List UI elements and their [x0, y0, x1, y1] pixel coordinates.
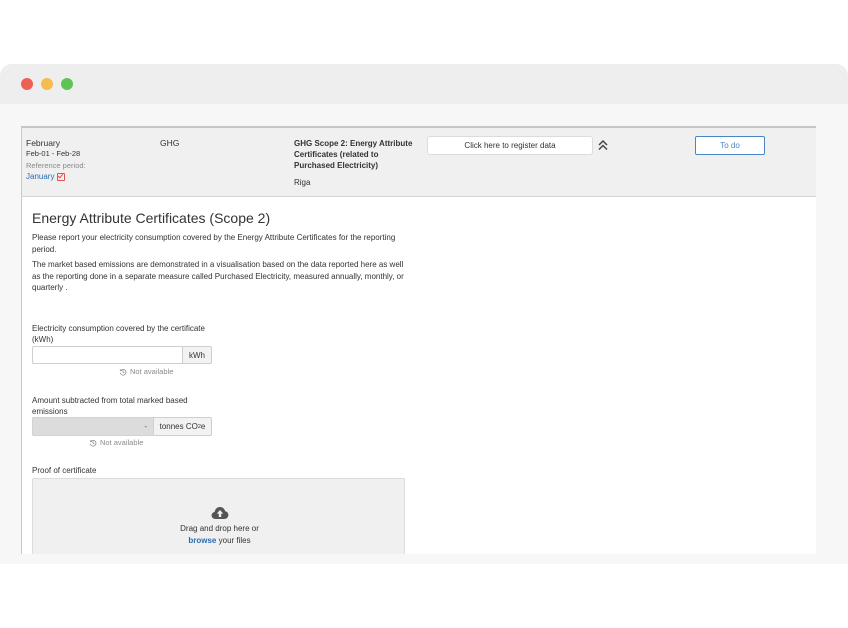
- subtracted-emissions-label: Amount subtracted from total marked base…: [32, 396, 188, 416]
- electricity-status-text: Not available: [130, 367, 174, 376]
- subtracted-emissions-field: - tonnes CO 2 e: [32, 417, 212, 436]
- location-label: Riga: [294, 178, 311, 187]
- electricity-consumption-input[interactable]: [32, 346, 182, 364]
- app-panel: February Feb-01 - Feb-28 Reference perio…: [21, 126, 816, 554]
- maximize-window-button[interactable]: [61, 78, 73, 90]
- browse-suffix-text: your files: [216, 536, 251, 545]
- window-titlebar: [0, 64, 848, 104]
- period-month: February: [26, 138, 61, 148]
- history-icon: [119, 368, 127, 376]
- form-description: Please report your electricity consumpti…: [32, 233, 396, 254]
- browse-files-link[interactable]: browse: [188, 536, 216, 545]
- measure-header: February Feb-01 - Feb-28 Reference perio…: [22, 126, 816, 197]
- unit-suffix: e: [200, 422, 206, 431]
- subtracted-emissions-value: -: [32, 417, 153, 436]
- electricity-consumption-label: Electricity consumption covered by the c…: [32, 324, 205, 344]
- electricity-consumption-field: kWh: [32, 346, 212, 364]
- dropzone-instructions: Drag and drop here or: [180, 524, 259, 533]
- tonnes-co2e-unit-label: tonnes CO 2 e: [153, 417, 212, 436]
- form-title: Energy Attribute Certificates (Scope 2): [32, 210, 271, 226]
- register-data-button[interactable]: Click here to register data: [427, 136, 593, 155]
- todo-status-button[interactable]: To do: [695, 136, 765, 155]
- subtracted-status-text: Not available: [100, 438, 144, 447]
- kwh-unit-label: kWh: [182, 346, 212, 364]
- cloud-upload-icon: [211, 507, 229, 519]
- chevron-double-up-icon[interactable]: [597, 138, 609, 152]
- history-icon: [89, 439, 97, 447]
- checkbox-checked-icon: [57, 172, 66, 181]
- form-description-market: The market based emissions are demonstra…: [32, 260, 404, 292]
- close-window-button[interactable]: [21, 78, 33, 90]
- proof-label: Proof of certificate: [32, 466, 97, 475]
- file-dropzone[interactable]: Drag and drop here or browse your files: [32, 478, 405, 554]
- measure-title: GHG Scope 2: Energy Attribute Certificat…: [294, 139, 413, 170]
- reference-period-text: January: [26, 172, 55, 181]
- reference-period-value[interactable]: January: [26, 172, 66, 181]
- electricity-status: Not available: [119, 367, 173, 376]
- unit-prefix: tonnes CO: [159, 422, 198, 431]
- subtracted-status: Not available: [89, 438, 143, 447]
- period-range: Feb-01 - Feb-28: [26, 149, 81, 158]
- reference-period-label: Reference period:: [26, 161, 86, 170]
- browser-window: February Feb-01 - Feb-28 Reference perio…: [0, 64, 848, 564]
- dropzone-browse-line: browse your files: [33, 536, 406, 545]
- minimize-window-button[interactable]: [41, 78, 53, 90]
- category-label: GHG: [160, 138, 180, 148]
